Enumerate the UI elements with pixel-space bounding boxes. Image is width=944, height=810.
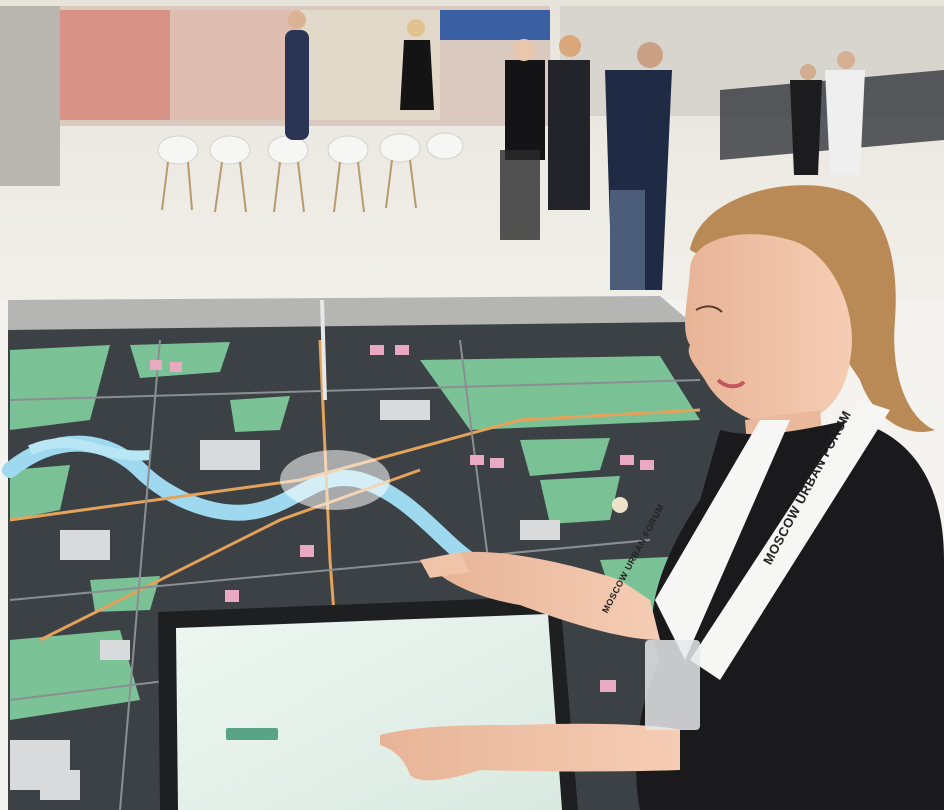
video-wall-panel: [170, 10, 300, 120]
photo-illustration: [0, 0, 944, 810]
column: [0, 6, 60, 186]
photo-scene: MOSCOW URBAN FORUM MOSCOW URBAN FORUM: [0, 0, 944, 810]
touch-screen-display: [176, 614, 562, 810]
screen-button[interactable]: [226, 728, 278, 740]
badge-holder: [645, 640, 700, 730]
kremlin-model: [280, 450, 390, 510]
highlight-point: [612, 497, 628, 513]
blue-banner: [440, 10, 550, 40]
video-wall-panel: [60, 10, 170, 120]
